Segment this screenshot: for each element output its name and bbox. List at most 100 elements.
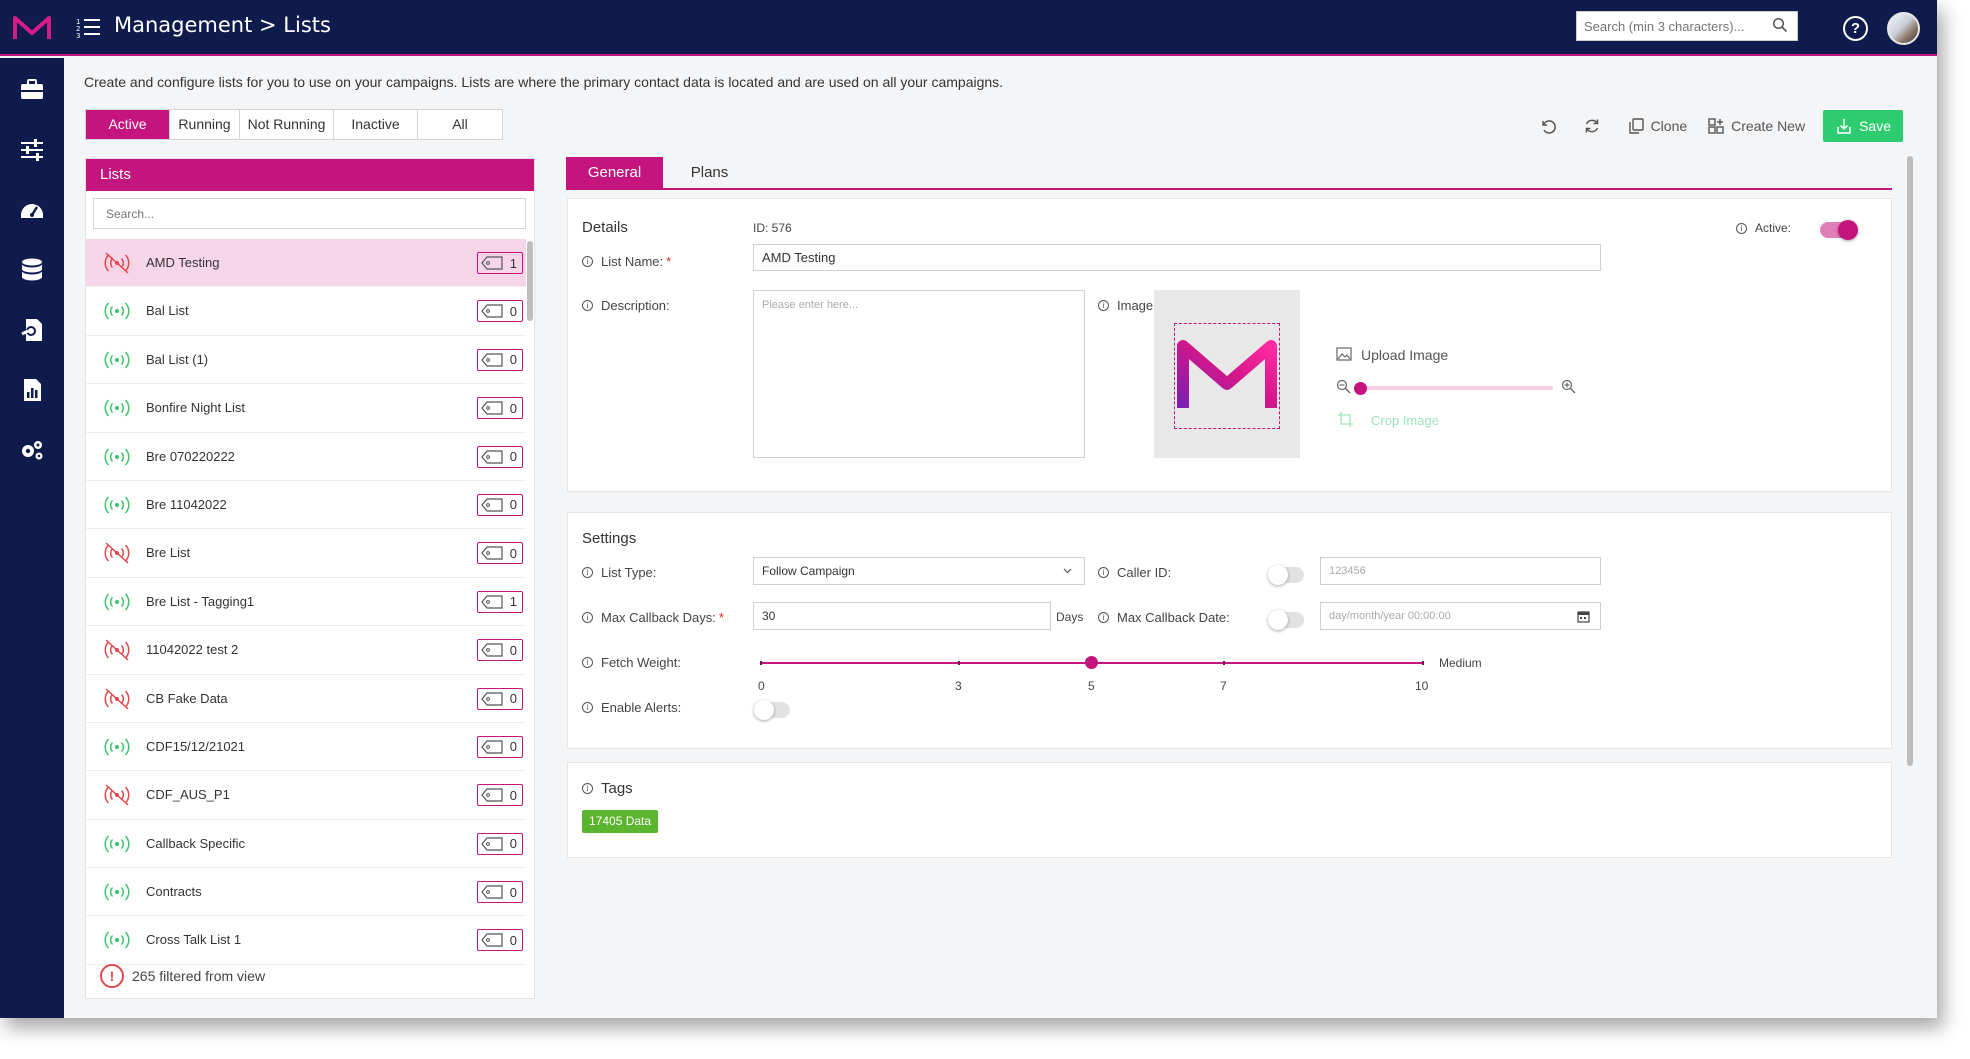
undo-button[interactable] bbox=[1539, 117, 1563, 135]
list-item-name: Bal List (1) bbox=[146, 351, 209, 367]
save-button[interactable]: Save bbox=[1823, 110, 1903, 142]
list-item[interactable]: Bre List 0 bbox=[86, 529, 526, 578]
broadcast-on-icon bbox=[104, 738, 130, 756]
caller-id-input[interactable]: 123456 bbox=[1320, 557, 1601, 585]
enable-alerts-toggle[interactable] bbox=[754, 700, 790, 720]
max-callback-days-input[interactable]: 30 bbox=[753, 602, 1051, 630]
list-type-label: i List Type: bbox=[582, 565, 656, 580]
list-item[interactable]: 11042022 test 2 0 bbox=[86, 626, 526, 675]
image-preview[interactable] bbox=[1154, 290, 1300, 458]
lists-scrollbar[interactable] bbox=[527, 241, 533, 321]
tag-icon bbox=[481, 788, 503, 802]
global-search-input[interactable] bbox=[1577, 12, 1767, 40]
filter-tab-running[interactable]: Running bbox=[170, 110, 240, 139]
list-item[interactable]: Bre List - Tagging1 1 bbox=[86, 578, 526, 627]
crop-frame[interactable] bbox=[1174, 323, 1280, 429]
filtered-notice: ! 265 filtered from view bbox=[100, 964, 265, 988]
tag-count-badge[interactable]: 0 bbox=[477, 929, 523, 952]
active-toggle[interactable] bbox=[1820, 220, 1858, 240]
list-item[interactable]: AMD Testing 1 bbox=[86, 239, 526, 288]
database-icon[interactable] bbox=[18, 256, 46, 284]
zoom-slider-track[interactable] bbox=[1363, 386, 1553, 390]
tag-count-badge[interactable]: 0 bbox=[477, 784, 523, 807]
tag-count: 0 bbox=[509, 884, 517, 900]
global-search[interactable] bbox=[1576, 11, 1798, 41]
tag-count: 0 bbox=[509, 691, 517, 707]
image-label: i Image: bbox=[1098, 298, 1157, 313]
filter-tab-not-running[interactable]: Not Running bbox=[240, 110, 334, 139]
upload-image-button[interactable]: Upload Image bbox=[1361, 347, 1448, 363]
max-callback-date-toggle[interactable] bbox=[1268, 610, 1304, 630]
tag-count-badge[interactable]: 0 bbox=[477, 639, 523, 662]
list-item[interactable]: Bal List 0 bbox=[86, 287, 526, 336]
lists-search-input[interactable] bbox=[93, 198, 526, 229]
crop-icon bbox=[1338, 412, 1353, 427]
zoom-out-icon[interactable] bbox=[1336, 379, 1351, 394]
report-icon[interactable] bbox=[18, 376, 46, 404]
list-item[interactable]: Contracts 0 bbox=[86, 868, 526, 917]
lists-container: AMD Testing 1 Bal List 0 Bal List (1) 0 Bonfir… bbox=[86, 239, 526, 965]
list-item[interactable]: CB Fake Data 0 bbox=[86, 675, 526, 723]
tag-chip[interactable]: 17405 Data bbox=[582, 810, 659, 833]
filter-tab-inactive[interactable]: Inactive bbox=[334, 110, 418, 139]
briefcase-icon[interactable] bbox=[18, 76, 46, 104]
list-name-input[interactable]: AMD Testing bbox=[753, 244, 1601, 271]
list-item[interactable]: CDF_AUS_P1 0 bbox=[86, 771, 526, 820]
main-content: Create and configure lists for you to us… bbox=[64, 58, 1937, 1018]
tag-count-badge[interactable]: 0 bbox=[477, 397, 523, 420]
menu-icon[interactable]: 1 2 3 bbox=[76, 16, 102, 40]
sliders-icon[interactable] bbox=[18, 136, 46, 164]
list-item[interactable]: Bre 11042022 0 bbox=[86, 481, 526, 530]
description-textarea[interactable]: Please enter here... bbox=[753, 290, 1085, 458]
caller-id-toggle[interactable] bbox=[1268, 565, 1304, 585]
tag-count-badge[interactable]: 0 bbox=[477, 832, 523, 855]
dashboard-gauge-icon[interactable] bbox=[18, 196, 46, 224]
fetch-weight-thumb[interactable] bbox=[1085, 656, 1098, 669]
list-item[interactable]: Callback Specific 0 bbox=[86, 820, 526, 869]
file-search-icon[interactable] bbox=[18, 316, 46, 344]
save-label: Save bbox=[1859, 118, 1891, 134]
broadcast-off-icon bbox=[104, 639, 130, 661]
tag-count-badge[interactable]: 1 bbox=[477, 252, 523, 274]
tag-count: 0 bbox=[509, 449, 517, 465]
tab-general[interactable]: General bbox=[566, 157, 663, 188]
list-item[interactable]: Bre 070220222 0 bbox=[86, 433, 526, 481]
zoom-in-icon[interactable] bbox=[1561, 379, 1576, 394]
filter-tab-all[interactable]: All bbox=[418, 110, 502, 139]
tag-count-badge[interactable]: 0 bbox=[477, 348, 523, 371]
settings-gears-icon[interactable] bbox=[18, 436, 46, 464]
tag-count-badge[interactable]: 0 bbox=[477, 445, 523, 468]
tag-count: 0 bbox=[509, 352, 517, 368]
tag-count-badge[interactable]: 0 bbox=[477, 493, 523, 516]
tag-count: 0 bbox=[509, 642, 517, 658]
list-item[interactable]: CDF15/12/21021 0 bbox=[86, 723, 526, 772]
max-callback-date-input[interactable]: day/month/year 00:00:00 bbox=[1320, 602, 1601, 630]
list-item[interactable]: Cross Talk List 1 0 bbox=[86, 916, 526, 965]
tag-count-badge[interactable]: 0 bbox=[477, 687, 523, 710]
search-icon[interactable] bbox=[1772, 17, 1788, 33]
save-icon bbox=[1837, 119, 1851, 134]
tag-count-badge[interactable]: 1 bbox=[477, 590, 523, 613]
list-item[interactable]: Bal List (1) 0 bbox=[86, 336, 526, 385]
tab-plans[interactable]: Plans bbox=[663, 157, 756, 188]
clone-button[interactable]: Clone bbox=[1627, 117, 1687, 135]
user-avatar[interactable] bbox=[1887, 12, 1920, 45]
refresh-button[interactable] bbox=[1583, 117, 1607, 135]
crop-image-button[interactable]: Crop Image bbox=[1371, 413, 1439, 428]
tag-count-badge[interactable]: 0 bbox=[477, 542, 523, 565]
calendar-icon[interactable] bbox=[1577, 610, 1590, 623]
tag-count-badge[interactable]: 0 bbox=[477, 300, 523, 323]
tag-count-badge[interactable]: 0 bbox=[477, 881, 523, 904]
create-new-button[interactable]: Create New bbox=[1707, 117, 1805, 135]
fetch-weight-tick bbox=[760, 661, 762, 665]
tag-count-badge[interactable]: 0 bbox=[477, 735, 523, 758]
list-type-select[interactable]: Follow Campaign bbox=[753, 557, 1085, 585]
zoom-slider-thumb[interactable] bbox=[1354, 382, 1367, 395]
list-item[interactable]: Bonfire Night List 0 bbox=[86, 384, 526, 433]
brand-logo[interactable] bbox=[12, 13, 52, 43]
help-icon[interactable]: ? bbox=[1843, 16, 1868, 41]
filter-tab-active[interactable]: Active bbox=[86, 110, 170, 139]
main-scrollbar[interactable] bbox=[1907, 156, 1913, 766]
detail-tabs: General Plans bbox=[566, 157, 1892, 190]
tag-count: 0 bbox=[509, 400, 517, 416]
